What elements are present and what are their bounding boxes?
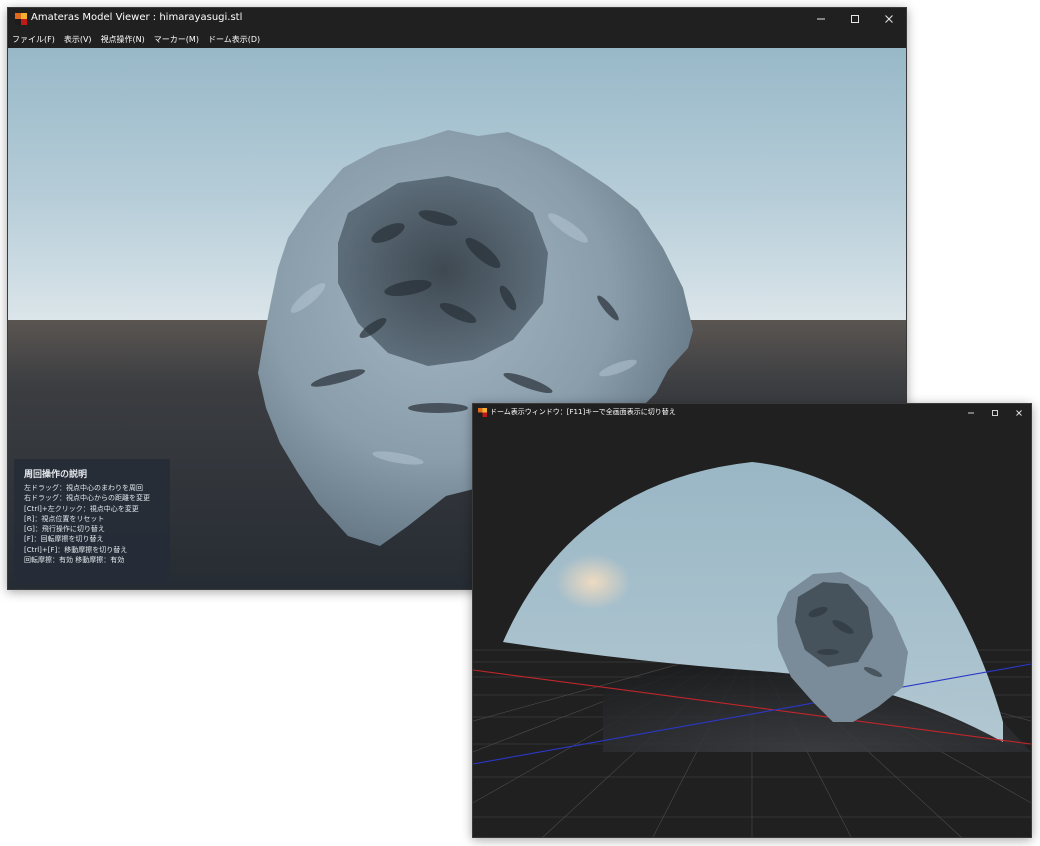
minimize-button[interactable] bbox=[959, 404, 983, 422]
help-line: [Ctrl]+左クリック：視点中心を変更 bbox=[24, 504, 139, 513]
window-title: ドーム表示ウィンドウ：[F11]キーで全画面表示に切り替え bbox=[490, 408, 676, 416]
dome-titlebar[interactable]: ドーム表示ウィンドウ：[F11]キーで全画面表示に切り替え bbox=[473, 404, 1031, 422]
close-icon bbox=[885, 15, 893, 23]
maximize-button[interactable] bbox=[838, 8, 872, 30]
minimize-icon bbox=[817, 18, 825, 20]
dome-scene bbox=[473, 422, 1031, 837]
maximize-button[interactable] bbox=[983, 404, 1007, 422]
close-icon bbox=[1016, 410, 1022, 416]
menu-navigation[interactable]: 視点操作(N) bbox=[101, 34, 145, 45]
dome-viewport[interactable] bbox=[473, 422, 1031, 837]
help-panel: 周回操作の説明 左ドラッグ：視点中心のまわりを周回 右ドラッグ：視点中心からの距… bbox=[14, 459, 170, 583]
help-line: [G]：飛行操作に切り替え bbox=[24, 525, 105, 534]
app-icon bbox=[15, 13, 27, 25]
close-button[interactable] bbox=[1007, 404, 1031, 422]
minimize-button[interactable] bbox=[804, 8, 838, 30]
maximize-icon bbox=[992, 410, 998, 416]
menu-dome[interactable]: ドーム表示(D) bbox=[208, 34, 260, 45]
help-line: 右ドラッグ：視点中心からの距離を変更 bbox=[24, 494, 150, 503]
main-titlebar[interactable]: Amateras Model Viewer : himarayasugi.stl bbox=[8, 8, 906, 30]
menu-file[interactable]: ファイル(F) bbox=[12, 34, 55, 45]
window-title: Amateras Model Viewer : himarayasugi.stl bbox=[31, 12, 243, 23]
help-line: 回転摩擦：有効 移動摩擦：有効 bbox=[24, 556, 125, 565]
help-line: [R]：視点位置をリセット bbox=[24, 514, 105, 523]
help-line: [F]：回転摩擦を切り替え bbox=[24, 535, 104, 544]
maximize-icon bbox=[851, 15, 859, 23]
menu-view[interactable]: 表示(V) bbox=[64, 34, 92, 45]
close-button[interactable] bbox=[872, 8, 906, 30]
app-icon bbox=[478, 408, 487, 417]
menu-marker[interactable]: マーカー(M) bbox=[154, 34, 199, 45]
minimize-icon bbox=[968, 412, 974, 414]
help-line: 左ドラッグ：視点中心のまわりを周回 bbox=[24, 484, 143, 492]
help-title: 周回操作の説明 bbox=[24, 470, 88, 480]
dome-window: ドーム表示ウィンドウ：[F11]キーで全画面表示に切り替え bbox=[472, 403, 1032, 838]
menu-bar: ファイル(F) 表示(V) 視点操作(N) マーカー(M) ドーム表示(D) bbox=[8, 30, 906, 48]
help-line: [Ctrl]+[F]：移動摩擦を切り替え bbox=[24, 545, 128, 554]
